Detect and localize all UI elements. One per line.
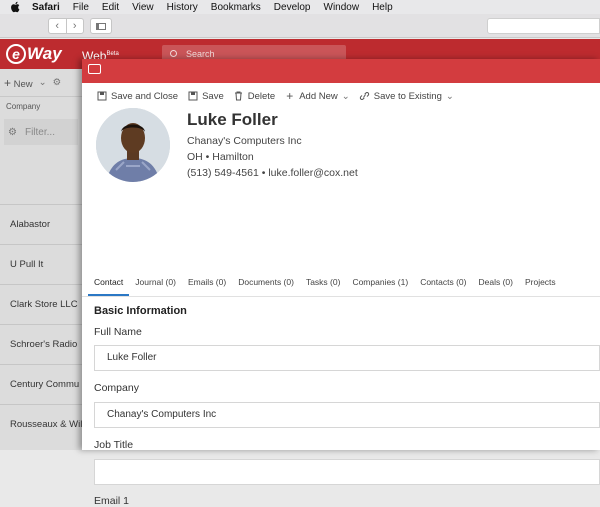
tab-journal[interactable]: Journal (0) — [129, 267, 182, 296]
tab-companies[interactable]: Companies (1) — [346, 267, 414, 296]
company-field[interactable]: Chanay's Computers Inc — [94, 402, 600, 428]
chevron-down-icon: ⌄ — [445, 90, 454, 102]
save-to-existing-button[interactable]: Save to Existing ⌄ — [359, 91, 454, 102]
delete-button[interactable]: Delete — [233, 91, 275, 102]
forward-icon[interactable]: › — [67, 19, 84, 33]
tab-deals[interactable]: Deals (0) — [472, 267, 518, 296]
column-header-company[interactable]: Company — [0, 97, 82, 117]
tab-projects[interactable]: Projects — [519, 267, 562, 296]
chevron-down-icon: ⌄ — [341, 90, 350, 102]
company-list-pane: + New ⌄ ⚙ Company ⚙ Filter... Alabastor … — [0, 69, 82, 450]
filter-input[interactable]: ⚙ Filter... — [4, 119, 78, 145]
full-name-label: Full Name — [94, 326, 142, 338]
address-bar[interactable] — [487, 18, 600, 34]
apple-icon[interactable] — [10, 1, 22, 13]
nav-buttons: ‹ › — [48, 18, 84, 34]
list-item[interactable]: Schroer's Radio — [0, 324, 82, 364]
menu-edit[interactable]: Edit — [102, 2, 119, 13]
contact-name: Luke Foller — [187, 110, 278, 129]
filter-settings-icon[interactable]: ⚙ — [8, 127, 17, 138]
tab-contact[interactable]: Contact — [88, 267, 130, 296]
tab-documents[interactable]: Documents (0) — [232, 267, 300, 296]
list-item[interactable]: U Pull It — [0, 244, 82, 284]
back-icon[interactable]: ‹ — [49, 19, 67, 33]
menu-history[interactable]: History — [167, 2, 198, 13]
contact-company-link[interactable]: Chanay's Computers Inc — [187, 135, 302, 147]
add-new-button[interactable]: + Add New ⌄ — [284, 89, 350, 103]
tab-tasks[interactable]: Tasks (0) — [300, 267, 346, 296]
record-toolbar: Save and Close Save Delete + Add New ⌄ S… — [82, 84, 600, 108]
job-title-field[interactable] — [94, 459, 600, 485]
window-icon — [88, 64, 101, 74]
chevron-down-icon[interactable]: ⌄ — [39, 77, 47, 88]
tab-contacts[interactable]: Contacts (0) — [414, 267, 472, 296]
list-item[interactable]: Rousseaux & Wil — [0, 404, 82, 444]
menu-safari[interactable]: Safari — [32, 2, 60, 13]
full-name-field[interactable]: Luke Foller — [94, 345, 600, 371]
menu-bookmarks[interactable]: Bookmarks — [211, 2, 261, 13]
tab-emails[interactable]: Emails (0) — [182, 267, 232, 296]
avatar[interactable] — [96, 108, 170, 182]
menu-window[interactable]: Window — [324, 2, 360, 13]
section-basic-information: Basic Information — [94, 305, 187, 317]
list-item[interactable]: Century Commu — [0, 364, 82, 404]
link-icon — [359, 91, 370, 102]
settings-icon[interactable]: ⚙ — [53, 77, 62, 88]
plus-icon: + — [286, 89, 294, 103]
menu-bar: Safari File Edit View History Bookmarks … — [0, 0, 600, 14]
new-button[interactable]: + New — [4, 76, 33, 90]
save-and-close-button[interactable]: Save and Close — [96, 91, 178, 102]
record-tabs: Contact Journal (0) Emails (0) Documents… — [82, 267, 600, 297]
contact-phone-email[interactable]: (513) 549-4561 • luke.foller@cox.net — [187, 167, 358, 179]
save-icon — [187, 91, 198, 102]
job-title-label: Job Title — [94, 439, 134, 451]
search-icon — [170, 50, 177, 57]
app-logo[interactable]: e Way — [6, 44, 62, 64]
window-title-bar[interactable] — [82, 59, 600, 83]
sidebar-icon — [96, 23, 106, 30]
contact-header: Luke Foller Chanay's Computers Inc OH • … — [82, 108, 600, 194]
save-button[interactable]: Save — [187, 91, 224, 102]
company-label: Company — [94, 382, 139, 394]
contact-window: Save and Close Save Delete + Add New ⌄ S… — [82, 59, 600, 507]
plus-icon: + — [4, 75, 12, 90]
save-close-icon — [96, 91, 107, 102]
list-toolbar: + New ⌄ ⚙ — [0, 69, 82, 97]
contact-location: OH • Hamilton — [187, 151, 254, 163]
list-item[interactable]: Clark Store LLC — [0, 284, 82, 324]
list-item[interactable]: Alabastor — [0, 204, 82, 244]
menu-help[interactable]: Help — [372, 2, 393, 13]
trash-icon — [233, 91, 244, 102]
sidebar-toggle-button[interactable] — [90, 18, 112, 34]
menu-file[interactable]: File — [73, 2, 89, 13]
email-1-label: Email 1 — [94, 495, 130, 507]
menu-view[interactable]: View — [132, 2, 154, 13]
browser-toolbar: ‹ › — [0, 14, 600, 38]
menu-develop[interactable]: Develop — [274, 2, 311, 13]
